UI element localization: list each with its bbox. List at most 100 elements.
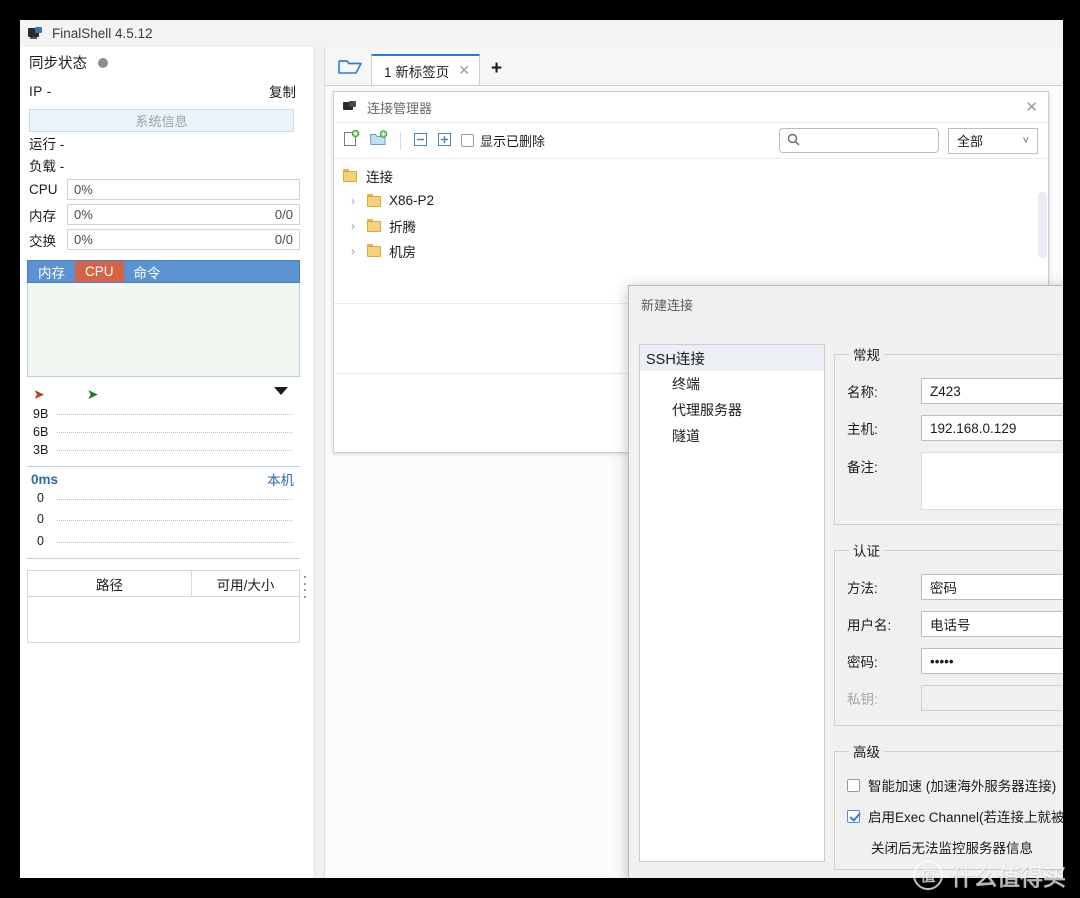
tree-item-label: 机房	[389, 244, 416, 260]
caret-down-icon[interactable]	[274, 387, 288, 395]
name-field[interactable]: Z423	[921, 378, 1063, 404]
host-label: 主机:	[847, 422, 878, 437]
username-field[interactable]: 电话号	[921, 611, 1063, 637]
chevron-right-icon[interactable]: ›	[346, 219, 360, 233]
disk-header-size: 可用/大小	[216, 577, 275, 593]
ping-value: 0ms	[31, 471, 59, 487]
folder-open-icon[interactable]	[337, 57, 363, 77]
nav-item-terminal[interactable]: 终端	[640, 371, 824, 397]
load-row: 负载 -	[29, 159, 65, 174]
process-tabs: 内存 CPU 命令	[27, 260, 300, 283]
show-deleted-label: 显示已删除	[480, 134, 546, 149]
cpu-meter-label: CPU	[29, 182, 58, 197]
tree-item-label: 折腾	[389, 219, 416, 235]
dialog-content: 常规 名称: Z423 主机: 192.168.0.129 端口: 23212	[834, 344, 1063, 878]
dialog-title: 新建连接	[641, 297, 694, 313]
status-dot-offline	[98, 57, 108, 68]
sync-status-row: 同步状态	[27, 47, 300, 78]
chevron-right-icon[interactable]: ›	[346, 194, 360, 208]
sidebar-divider[interactable]	[314, 47, 325, 878]
window-title: FinalShell 4.5.12	[52, 26, 153, 41]
memo-label: 备注:	[847, 460, 878, 475]
new-file-icon[interactable]	[343, 129, 360, 151]
tree-item-zheteng[interactable]: › 折腾	[334, 213, 1048, 238]
network-axis-label-1: 9B	[33, 407, 49, 421]
tab-memory[interactable]: 内存	[28, 261, 75, 282]
copy-ip-button[interactable]: 复制	[269, 81, 296, 101]
collapse-all-icon[interactable]	[413, 132, 428, 150]
close-icon[interactable]: ✕	[458, 62, 470, 79]
host-field[interactable]: 192.168.0.129	[921, 415, 1063, 441]
connection-manager-toolbar: 显示已删除 全部 ˅	[334, 123, 1048, 159]
ping-axis-label-3: 0	[37, 534, 44, 548]
swap-meter-row: 交换 0% 0/0	[27, 228, 300, 251]
memory-meter-row: 内存 0% 0/0	[27, 203, 300, 226]
auth-group: 认证 方法: 密码 ˅ 用户名: 电话号	[834, 540, 1063, 726]
disk-header-path: 路径	[28, 571, 192, 596]
tab-label: 1 新标签页	[384, 64, 450, 80]
tree-item-x86-p2[interactable]: › X86-P2	[334, 188, 1048, 213]
tree-root-connections[interactable]: 连接	[334, 163, 1048, 188]
swap-meter-label: 交换	[29, 233, 56, 249]
new-folder-icon[interactable]	[369, 130, 388, 151]
password-field[interactable]: •••••	[921, 648, 1063, 674]
ping-target[interactable]: 本机	[267, 469, 294, 489]
search-input[interactable]	[806, 133, 931, 148]
close-icon[interactable]: ✕	[1025, 98, 1038, 116]
smart-accel-checkbox[interactable]	[847, 778, 860, 792]
system-info-button[interactable]: 系统信息	[29, 109, 294, 132]
app-monitor-icon	[28, 26, 43, 41]
disk-table-body	[27, 597, 300, 643]
memory-meter: 0% 0/0	[67, 204, 300, 225]
nav-item-ssh[interactable]: SSH连接	[640, 345, 824, 371]
tab-command[interactable]: 命令	[124, 261, 171, 282]
connection-list-scrollbar[interactable]	[1038, 192, 1047, 258]
folder-icon	[367, 219, 382, 232]
nav-item-tunnel[interactable]: 隧道	[640, 423, 824, 449]
network-axis-label-3: 3B	[33, 443, 49, 457]
monitor-icon	[343, 100, 357, 114]
advanced-group: 高级 智能加速 (加速海外服务器连接) 启用Exec Channel(若连接上就…	[834, 741, 1063, 870]
left-sidebar: 同步状态 IP - 复制 系统信息 运行 - 负载 - CPU 0% 内存 0%…	[20, 47, 307, 878]
sidebar-splitter-handle[interactable]	[302, 576, 308, 598]
arrow-down-icon: ➤	[86, 386, 99, 402]
cpu-meter-value: 0%	[74, 182, 93, 197]
memory-meter-label: 内存	[29, 208, 56, 224]
network-legend-row: ➤ ➤	[27, 383, 300, 405]
exec-channel-note: 关闭后无法监控服务器信息	[871, 841, 1033, 856]
smart-accel-label: 智能加速 (加速海外服务器连接)	[868, 779, 1057, 794]
username-row: 用户名: 电话号	[847, 611, 1063, 637]
memo-field[interactable]	[921, 452, 1063, 510]
disk-table-header: 路径 可用/大小	[27, 570, 300, 597]
expand-all-icon[interactable]	[437, 132, 452, 150]
filter-select[interactable]: 全部 ˅	[948, 127, 1038, 154]
auth-legend: 认证	[853, 544, 880, 559]
name-label: 名称:	[847, 385, 878, 400]
connection-manager-titlebar: 连接管理器 ✕	[334, 92, 1048, 123]
method-label: 方法:	[847, 581, 878, 596]
memo-row: 备注:	[847, 452, 1063, 510]
chevron-down-icon: ˅	[1022, 134, 1029, 147]
new-connection-dialog: 新建连接 ✕ SSH连接 终端 代理服务器 隧道 常规	[628, 285, 1063, 878]
exec-channel-checkbox[interactable]	[847, 809, 860, 823]
plus-icon[interactable]: +	[491, 59, 502, 78]
dialog-nav: SSH连接 终端 代理服务器 隧道	[639, 344, 825, 862]
tab-new-page[interactable]: 1 新标签页 ✕	[371, 54, 480, 85]
show-deleted-checkbox[interactable]	[461, 134, 474, 147]
folder-icon	[367, 244, 382, 257]
name-row: 名称: Z423	[847, 378, 1063, 404]
cpu-meter: 0%	[67, 179, 300, 200]
connection-manager-title: 连接管理器	[367, 100, 433, 116]
search-box[interactable]	[779, 128, 939, 153]
connection-tree: 连接 › X86-P2 › 折腾 › 机房	[334, 159, 1048, 263]
method-select[interactable]: 密码 ˅	[921, 574, 1063, 600]
general-legend: 常规	[853, 348, 880, 363]
tab-cpu[interactable]: CPU	[75, 261, 124, 282]
privatekey-field	[921, 685, 1063, 711]
nav-item-proxy[interactable]: 代理服务器	[640, 397, 824, 423]
search-icon	[787, 133, 800, 149]
exec-channel-row: 启用Exec Channel(若连接上就被断开,请关闭该项,比如跳板机)	[847, 806, 1063, 826]
ping-axis-label-1: 0	[37, 491, 44, 505]
chevron-right-icon[interactable]: ›	[346, 244, 360, 258]
tree-item-jifang[interactable]: › 机房	[334, 238, 1048, 263]
